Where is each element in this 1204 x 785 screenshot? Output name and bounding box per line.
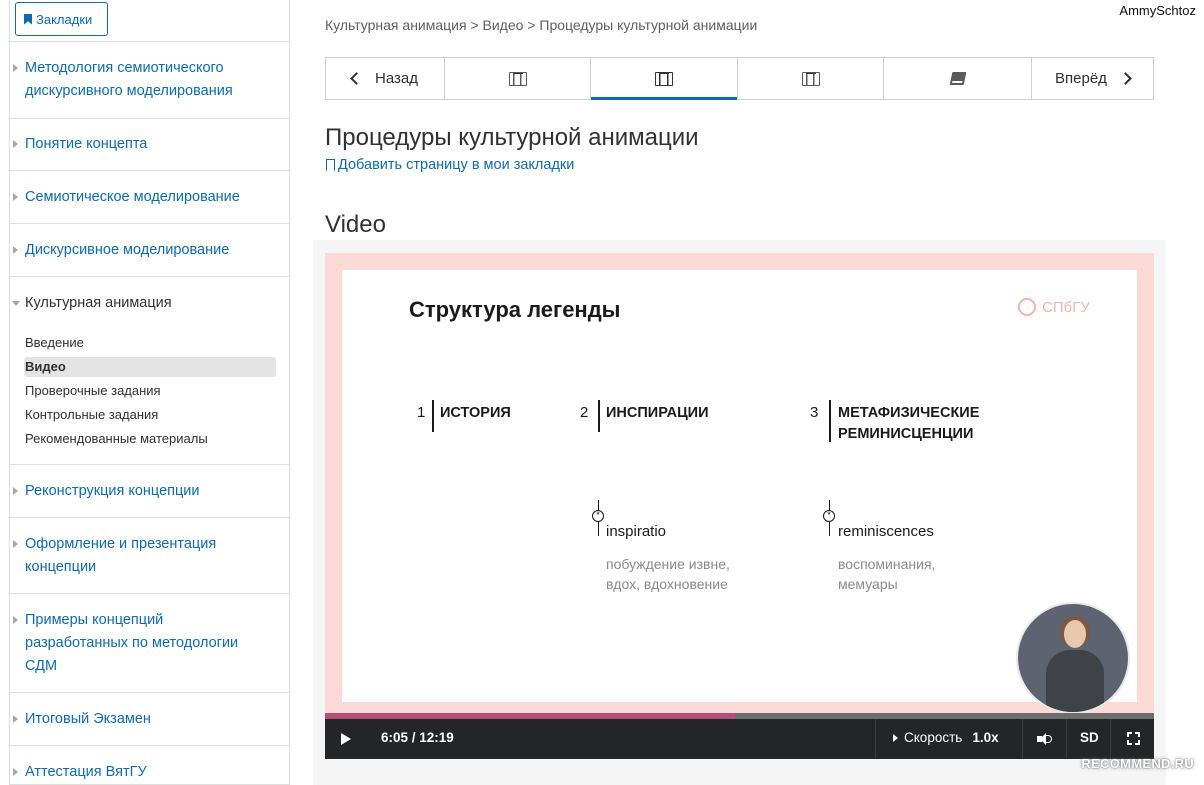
chapter-presentation[interactable]: Оформление и презентация концепции	[13, 533, 265, 579]
slide-item-number: 2	[580, 404, 589, 421]
asterisk-icon: *	[823, 510, 835, 522]
presenter-head	[1064, 620, 1086, 648]
chapter-final-exam[interactable]: Итоговый Экзамен	[13, 708, 265, 731]
chevron-right-icon	[13, 64, 18, 72]
divider	[10, 517, 289, 518]
divider	[10, 276, 289, 277]
chevron-left-icon	[350, 72, 363, 85]
sequence-tab-reading[interactable]	[884, 58, 1032, 99]
page-title: Процедуры культурной анимации	[325, 124, 699, 151]
presenter-video-thumbnail	[1016, 602, 1130, 714]
slide-item-label: МЕТАФИЗИЧЕСКИЕ РЕМИНИСЦЕНЦИИ	[838, 405, 980, 442]
slide-term: inspiratio	[606, 523, 667, 540]
video-player[interactable]: Структура легенды СПбГУ 1 ИСТОРИЯ 2 ИНСП…	[325, 253, 1154, 719]
chevron-right-icon	[13, 540, 18, 548]
divider	[10, 118, 289, 119]
divider	[10, 223, 289, 224]
chapter-concept[interactable]: Понятие концепта	[13, 133, 265, 156]
video-controls: 6:05 / 12:19 Скорость 1.0x SD	[325, 719, 1154, 759]
speed-button[interactable]: Скорость 1.0x	[893, 730, 999, 745]
crest-icon	[1018, 298, 1036, 316]
sequence-tab-video-3[interactable]	[738, 58, 884, 99]
divider	[1022, 719, 1023, 759]
video-time: 6:05 / 12:19	[381, 730, 454, 745]
divider	[10, 464, 289, 465]
divider	[875, 719, 876, 759]
chapter-semiotic-methodology[interactable]: Методология семиотического дискурсивного…	[13, 57, 265, 103]
sequence-navigation: Назад Вперёд	[325, 57, 1154, 100]
chapter-cultural-animation[interactable]: Культурная анимация	[12, 292, 265, 315]
film-icon	[508, 71, 527, 86]
course-outline: Закладки Методология семиотического диск…	[9, 0, 290, 785]
presenter-body	[1046, 650, 1104, 712]
chevron-right-icon	[13, 715, 18, 723]
fullscreen-icon[interactable]	[1127, 732, 1140, 745]
bookmarks-label: Закладки	[36, 11, 93, 27]
film-icon	[655, 71, 673, 86]
subsection-control-tasks[interactable]: Контрольные задания	[24, 405, 276, 425]
divider	[10, 170, 289, 171]
slide-item-divider	[598, 400, 600, 432]
slide-item-number: 1	[417, 404, 426, 421]
slide-item-label: ИНСПИРАЦИИ	[606, 405, 709, 421]
bookmark-icon	[24, 13, 32, 25]
divider	[10, 745, 289, 746]
next-button[interactable]: Вперёд	[1032, 58, 1153, 99]
video-frame: Структура легенды СПбГУ 1 ИСТОРИЯ 2 ИНСП…	[342, 270, 1137, 714]
book-icon	[949, 72, 966, 85]
caret-right-icon	[893, 733, 898, 742]
slide-item-divider	[829, 400, 831, 442]
volume-icon[interactable]	[1037, 733, 1052, 745]
chapter-reconstruction[interactable]: Реконструкция концепции	[13, 480, 265, 503]
quality-button[interactable]: SD	[1080, 730, 1099, 745]
university-logo: СПбГУ	[1018, 298, 1090, 316]
video-container: Структура легенды СПбГУ 1 ИСТОРИЯ 2 ИНСП…	[313, 240, 1166, 785]
subsection-recommended[interactable]: Рекомендованные материалы	[24, 429, 276, 449]
chevron-right-icon	[13, 487, 18, 495]
divider	[10, 692, 289, 693]
chapter-discursive-modeling[interactable]: Дискурсивное моделирование	[13, 239, 265, 262]
previous-button[interactable]: Назад	[326, 58, 445, 99]
chapter-examples[interactable]: Примеры концепций разработанных по метод…	[13, 609, 265, 678]
play-icon[interactable]	[341, 733, 351, 745]
chevron-down-icon	[12, 301, 20, 306]
chevron-right-icon	[13, 768, 18, 776]
chevron-right-icon	[13, 616, 18, 624]
subsection-check-tasks[interactable]: Проверочные задания	[24, 381, 276, 401]
chapter-attestation[interactable]: Аттестация ВятГУ	[13, 761, 265, 784]
slide-item-number: 3	[810, 404, 819, 421]
chapter-semiotic-modeling[interactable]: Семиотическое моделирование	[13, 186, 265, 209]
chevron-right-icon	[13, 193, 18, 201]
username[interactable]: AmmySchtoz	[1119, 3, 1196, 18]
asterisk-icon: *	[592, 510, 604, 522]
divider	[10, 41, 289, 42]
slide-gloss: воспоминания, мемуары	[838, 556, 936, 592]
chevron-right-icon	[13, 246, 18, 254]
film-icon	[801, 71, 820, 86]
slide-item-divider	[432, 400, 434, 432]
add-bookmark-link[interactable]: Добавить страницу в мои закладки	[326, 157, 574, 173]
bookmark-outline-icon	[326, 159, 335, 171]
chevron-right-icon	[13, 140, 18, 148]
divider	[10, 593, 289, 594]
chevron-right-icon	[1119, 72, 1132, 85]
divider	[1066, 719, 1067, 759]
video-heading: Video	[325, 211, 386, 238]
sequence-tab-video-2[interactable]	[591, 58, 738, 100]
watermark: RECOMMEND.RU	[1081, 756, 1194, 771]
sequence-tab-video-1[interactable]	[445, 58, 591, 99]
slide-gloss: побуждение извне, вдох, вдохновение	[606, 556, 730, 592]
subsection-intro[interactable]: Введение	[24, 333, 276, 353]
breadcrumb: Культурная анимация > Видео > Процедуры …	[325, 17, 758, 33]
bookmarks-button[interactable]: Закладки	[15, 2, 108, 36]
divider	[1110, 719, 1111, 759]
slide-term: reminiscences	[838, 523, 934, 540]
subsection-video[interactable]: Видео	[24, 357, 276, 377]
slide-title: Структура легенды	[409, 297, 621, 322]
slide-item-label: ИСТОРИЯ	[440, 405, 511, 421]
